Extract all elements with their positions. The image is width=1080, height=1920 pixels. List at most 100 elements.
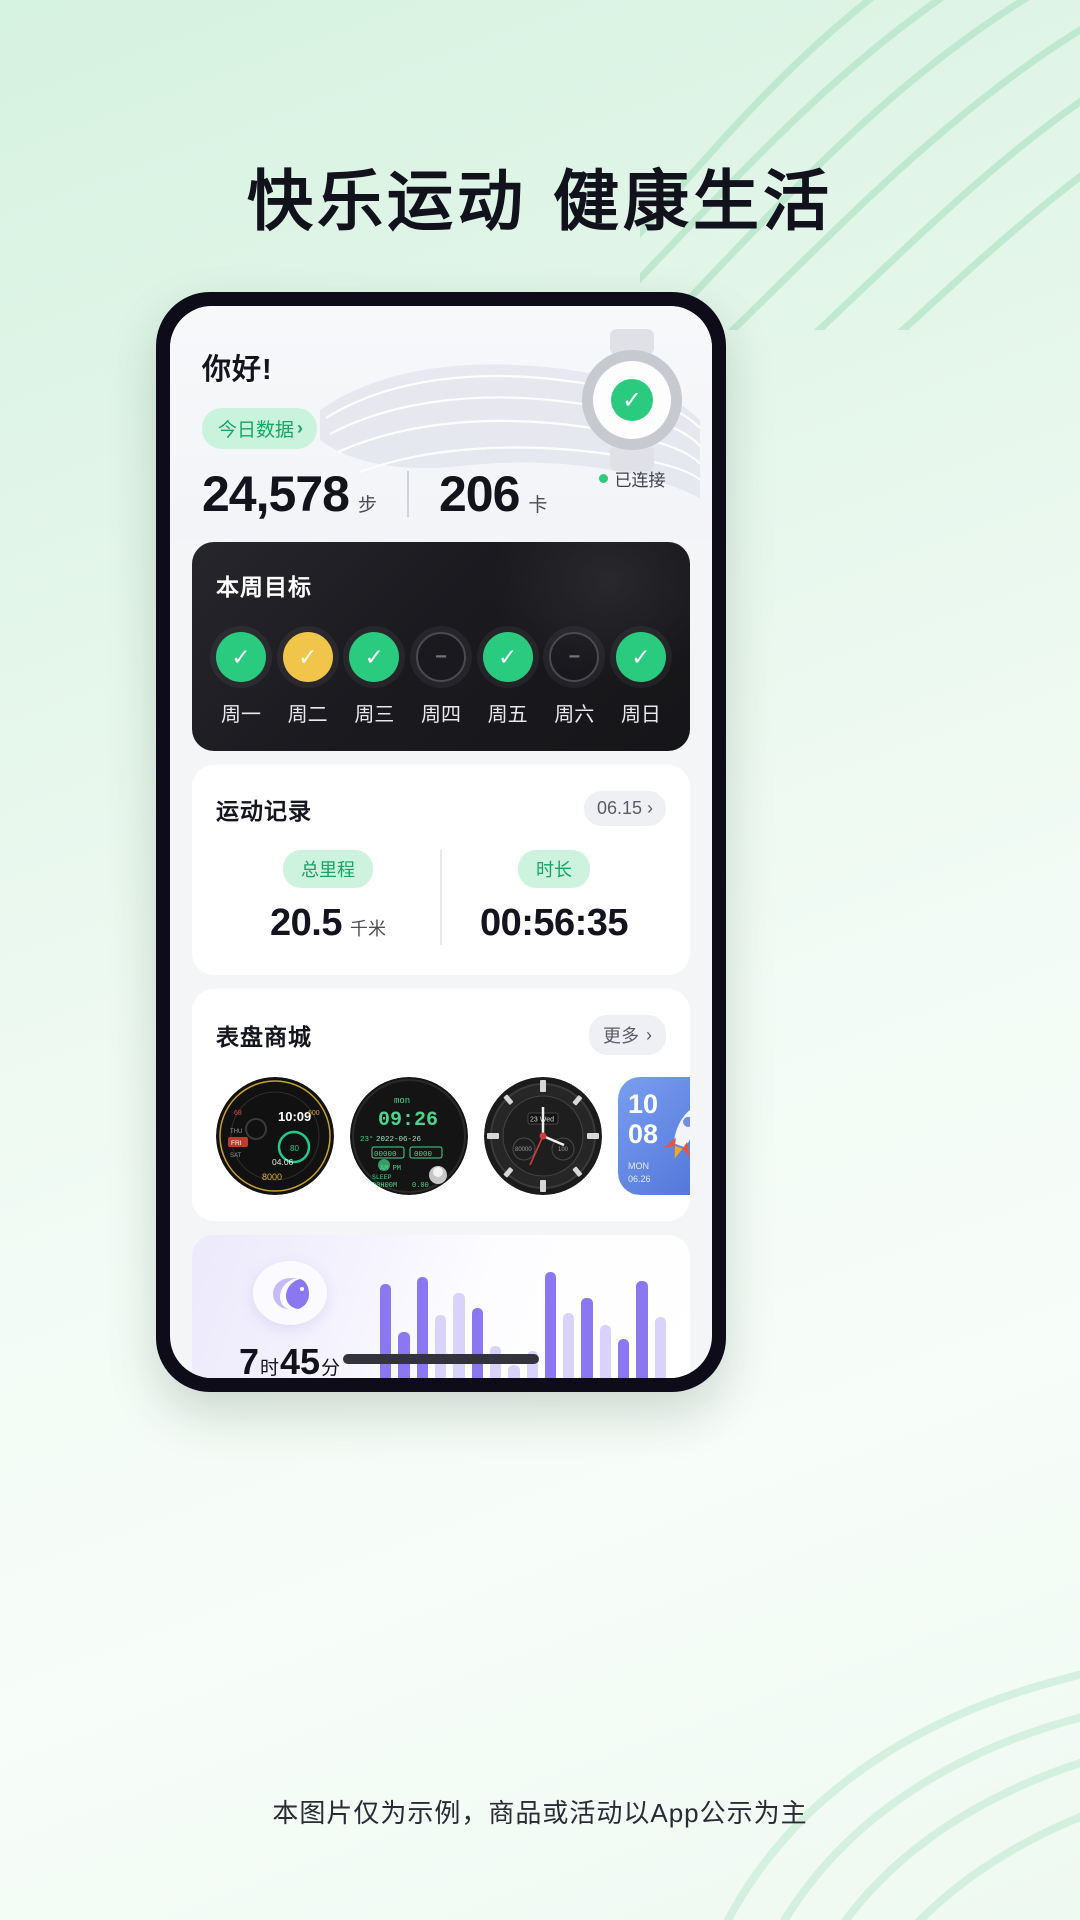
watch-device-widget[interactable]: ✓ 已连接 <box>582 350 682 491</box>
goal-day[interactable]: ✓ 周三 <box>349 632 400 727</box>
today-data-button[interactable]: 今日数据 › <box>202 408 318 449</box>
digital-green-face-icon: mon 09:26 23° 2022-06-26 00000 0000 AM P… <box>350 1077 468 1195</box>
svg-text:MON: MON <box>628 1161 649 1171</box>
goal-status-icon: − <box>549 632 600 682</box>
sleep-bar <box>563 1312 575 1378</box>
connection-status: 已连接 <box>598 466 666 491</box>
sleep-bar <box>471 1307 483 1378</box>
chevron-right-icon: › <box>297 418 304 438</box>
goal-day[interactable]: − 周六 <box>549 632 600 727</box>
goal-day-label: 周日 <box>620 704 661 726</box>
watch-face-thumb[interactable]: 10 08 MON 06.26 <box>618 1077 690 1195</box>
sleep-summary: 7 时 45 分 总时长 <box>216 1261 364 1378</box>
chrono-black-face-icon: 23 Wed 80000 100 <box>484 1077 602 1195</box>
svg-text:FRI: FRI <box>231 1140 242 1147</box>
chevron-right-icon: › <box>646 1024 652 1045</box>
sleep-bar <box>654 1317 666 1378</box>
goal-day[interactable]: ✓ 周一 <box>216 632 266 727</box>
goal-status-icon: ✓ <box>482 632 533 682</box>
calories-stat[interactable]: 206 卡 <box>439 465 547 523</box>
hero-section: 你好! 今日数据 › 24,578 步 206 卡 ✓ 已连接 <box>170 306 712 542</box>
moon-icon <box>273 1278 309 1309</box>
svg-text:0000: 0000 <box>414 1151 433 1159</box>
svg-text:8000: 8000 <box>262 1172 282 1182</box>
svg-text:09:26: 09:26 <box>378 1109 438 1132</box>
svg-text:SAT: SAT <box>230 1153 242 1159</box>
check-icon: ✓ <box>611 379 653 421</box>
rocket-blue-face-icon: 10 08 MON 06.26 <box>618 1077 690 1195</box>
svg-text:00H00M: 00H00M <box>372 1182 397 1190</box>
sleep-minutes-unit: 分 <box>321 1358 341 1378</box>
exercise-record-title: 运动记录 <box>216 797 312 824</box>
sleep-bar <box>453 1293 465 1378</box>
goal-status-icon: ✓ <box>349 632 400 682</box>
goal-day[interactable]: ✓ 周日 <box>615 632 666 727</box>
svg-text:mon: mon <box>394 1096 410 1106</box>
stats-divider <box>406 471 409 517</box>
goal-status-icon: ✓ <box>615 632 666 682</box>
chevron-right-icon: › <box>647 798 653 818</box>
watch-face-thumb[interactable]: mon 09:26 23° 2022-06-26 00000 0000 AM P… <box>350 1077 468 1195</box>
svg-text:SLEEP: SLEEP <box>372 1174 392 1181</box>
sleep-minutes: 45 <box>279 1341 321 1378</box>
connection-status-label: 已连接 <box>614 471 666 490</box>
distance-metric: 总里程 20.5 千米 <box>216 850 440 945</box>
goal-day-label: 周一 <box>221 704 261 726</box>
watch-face-store-title: 表盘商城 <box>216 1024 312 1050</box>
goal-day[interactable]: ✓ 周五 <box>482 632 533 727</box>
headline-part-2: 健康生活 <box>553 164 833 238</box>
goal-day[interactable]: ✓ 周二 <box>282 632 333 727</box>
distance-unit: 千米 <box>349 919 386 939</box>
distance-value: 20.5 <box>270 902 342 944</box>
svg-text:10: 10 <box>628 1089 658 1119</box>
distance-value-group: 20.5 千米 <box>270 902 386 945</box>
svg-text:80: 80 <box>290 1144 299 1153</box>
svg-text:THU: THU <box>230 1129 242 1135</box>
exercise-record-body: 总里程 20.5 千米 时长 00:56:35 <box>216 850 666 945</box>
calories-unit: 卡 <box>528 495 548 516</box>
svg-text:100: 100 <box>558 1147 569 1153</box>
svg-text:06.26: 06.26 <box>628 1174 651 1184</box>
goal-day-label: 周五 <box>487 704 528 726</box>
svg-text:10:09: 10:09 <box>278 1109 311 1124</box>
exercise-record-header: 运动记录 06.15 › <box>216 791 666 826</box>
weekly-goal-card[interactable]: 本周目标 ✓ 周一 ✓ 周二 ✓ 周三 − 周四 ✓ 周五 − 周六 ✓ 周日 <box>192 542 690 751</box>
status-dot-icon <box>598 474 608 483</box>
sleep-bar <box>618 1339 630 1378</box>
watch-face-store-card[interactable]: 表盘商城 更多 › 10:09 68 600 80 THU FRI SAT 04… <box>192 989 690 1221</box>
today-data-label: 今日数据 <box>218 420 295 441</box>
goal-day[interactable]: − 周四 <box>415 632 466 727</box>
more-label: 更多 <box>603 1026 639 1046</box>
duration-tag: 时长 <box>518 850 590 888</box>
goal-status-icon: ✓ <box>282 632 333 682</box>
watch-face-thumb[interactable]: 23 Wed 80000 100 <box>484 1077 602 1195</box>
record-date-button[interactable]: 06.15 › <box>583 791 666 826</box>
goal-status-icon: ✓ <box>216 632 266 682</box>
svg-text:80000: 80000 <box>515 1147 532 1153</box>
analog-fitness-face-icon: 10:09 68 600 80 THU FRI SAT 04.06 8000 <box>216 1077 334 1195</box>
exercise-record-card[interactable]: 运动记录 06.15 › 总里程 20.5 千米 时长 00:56:35 <box>192 765 690 975</box>
watch-face-thumb[interactable]: 10:09 68 600 80 THU FRI SAT 04.06 8000 <box>216 1077 334 1195</box>
duration-metric: 时长 00:56:35 <box>440 850 666 945</box>
svg-text:00000: 00000 <box>374 1151 397 1159</box>
goal-day-label: 周二 <box>287 704 328 726</box>
phone-screen: 你好! 今日数据 › 24,578 步 206 卡 ✓ 已连接 本周目标 ✓ 周… <box>170 306 712 1378</box>
svg-text:600: 600 <box>308 1110 320 1117</box>
sleep-bar <box>508 1365 520 1378</box>
svg-text:0.00: 0.00 <box>412 1182 429 1190</box>
more-watch-faces-button[interactable]: 更多 › <box>589 1015 666 1055</box>
svg-text:68: 68 <box>234 1110 242 1117</box>
steps-stat[interactable]: 24,578 步 <box>202 465 377 523</box>
home-indicator[interactable] <box>343 1354 539 1364</box>
sleep-bar <box>434 1315 447 1378</box>
svg-text:23°: 23° <box>360 1135 374 1144</box>
distance-tag: 总里程 <box>283 850 373 888</box>
goal-day-label: 周四 <box>420 704 461 726</box>
goal-day-label: 周六 <box>554 704 595 726</box>
watch-face-list[interactable]: 10:09 68 600 80 THU FRI SAT 04.06 8000 m… <box>192 1077 690 1195</box>
weekly-goal-title: 本周目标 <box>216 574 312 600</box>
svg-text:04.06: 04.06 <box>272 1157 294 1167</box>
calories-value: 206 <box>438 466 520 522</box>
goal-day-label: 周三 <box>354 704 395 726</box>
moon-badge <box>253 1261 327 1325</box>
